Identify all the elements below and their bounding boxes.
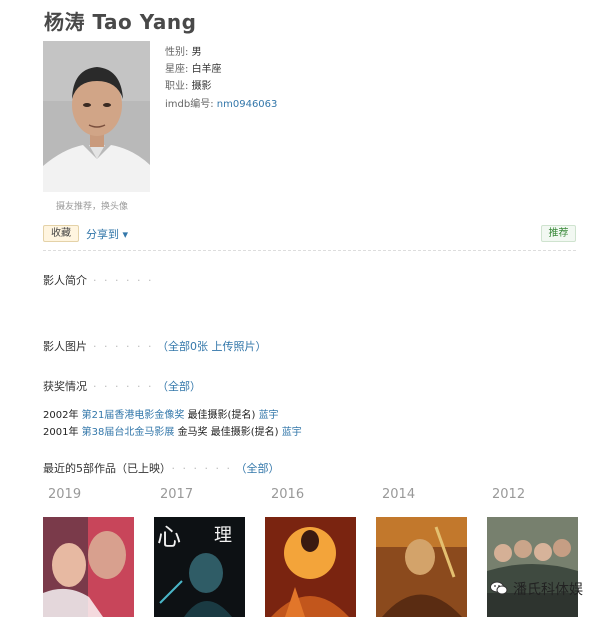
award-year: 2002年 — [43, 410, 79, 421]
work-poster[interactable] — [265, 517, 356, 617]
work-year: 2014 — [382, 487, 416, 502]
info-gender: 性别: 男 — [165, 43, 202, 58]
person-name: 杨涛 Tao Yang — [44, 10, 197, 34]
info-profession-value: 摄影 — [191, 81, 212, 92]
work-poster[interactable]: 心 理 — [154, 517, 245, 617]
info-zodiac-key: 星座: — [165, 64, 189, 75]
section-awards-title: 获奖情况 — [43, 380, 87, 393]
work-poster[interactable] — [376, 517, 467, 617]
info-zodiac: 星座: 白羊座 — [165, 60, 222, 75]
recent-all-link[interactable]: （全部） — [235, 462, 279, 475]
section-bio-dots: · · · · · · — [93, 274, 154, 287]
watermark-text: 潘氏科体娱 — [513, 582, 583, 598]
wechat-icon — [490, 581, 508, 595]
svg-text:理: 理 — [214, 525, 232, 546]
photos-all-link[interactable]: （全部0张 — [157, 340, 208, 353]
imdb-link[interactable]: nm0946063 — [217, 99, 278, 110]
section-bio: 影人简介 · · · · · · — [43, 272, 153, 288]
section-recent-title: 最近的5部作品（已上映） — [43, 462, 166, 475]
info-gender-value: 男 — [191, 47, 202, 58]
awards-all-link[interactable]: （全部） — [157, 380, 201, 393]
share-dropdown[interactable]: 分享到 ▾ — [86, 226, 128, 242]
award-category: 最佳摄影(提名) — [187, 410, 256, 421]
award-film-link[interactable]: 蓝宇 — [259, 410, 279, 421]
upload-photo-link[interactable]: 上传照片） — [211, 340, 266, 353]
section-recent-dots: · · · · · · — [171, 462, 232, 475]
work-poster[interactable] — [43, 517, 134, 617]
info-imdb-key: imdb编号: — [165, 99, 214, 110]
collect-button[interactable]: 收藏 — [43, 225, 79, 242]
section-awards-dots: · · · · · · — [93, 380, 154, 393]
award-row: 2002年 第21届香港电影金像奖 最佳摄影(提名) 蓝宇 — [43, 406, 279, 421]
info-profession: 职业: 摄影 — [165, 77, 212, 92]
person-avatar[interactable] — [43, 41, 150, 192]
work-year: 2016 — [271, 487, 305, 502]
info-zodiac-value: 白羊座 — [191, 64, 222, 75]
info-profession-key: 职业: — [165, 81, 189, 92]
info-gender-key: 性别: — [165, 47, 189, 58]
award-film-link[interactable]: 蓝宇 — [282, 427, 302, 438]
section-photos-dots: · · · · · · — [93, 340, 154, 353]
work-year: 2019 — [48, 487, 82, 502]
section-bio-title: 影人简介 — [43, 274, 87, 287]
section-photos-title: 影人图片 — [43, 340, 87, 353]
work-poster[interactable] — [487, 517, 578, 617]
section-recent: 最近的5部作品（已上映） · · · · · · （全部） — [43, 460, 279, 476]
svg-text:心: 心 — [157, 523, 181, 551]
award-category: 金马奖 最佳摄影(提名) — [177, 427, 279, 438]
section-photos: 影人图片 · · · · · · （全部0张 上传照片） — [43, 338, 266, 354]
recommend-button[interactable]: 推荐 — [541, 225, 576, 242]
award-event-link[interactable]: 第38届台北金马影展 — [82, 427, 175, 438]
divider — [43, 250, 576, 251]
avatar-hint[interactable]: 摄友推荐，换头像 — [56, 199, 128, 212]
work-year: 2012 — [492, 487, 526, 502]
work-year: 2017 — [160, 487, 194, 502]
section-awards: 获奖情况 · · · · · · （全部） — [43, 378, 201, 394]
award-event-link[interactable]: 第21届香港电影金像奖 — [82, 410, 185, 421]
award-year: 2001年 — [43, 427, 79, 438]
info-imdb: imdb编号: nm0946063 — [165, 95, 277, 110]
award-row: 2001年 第38届台北金马影展 金马奖 最佳摄影(提名) 蓝宇 — [43, 423, 302, 438]
